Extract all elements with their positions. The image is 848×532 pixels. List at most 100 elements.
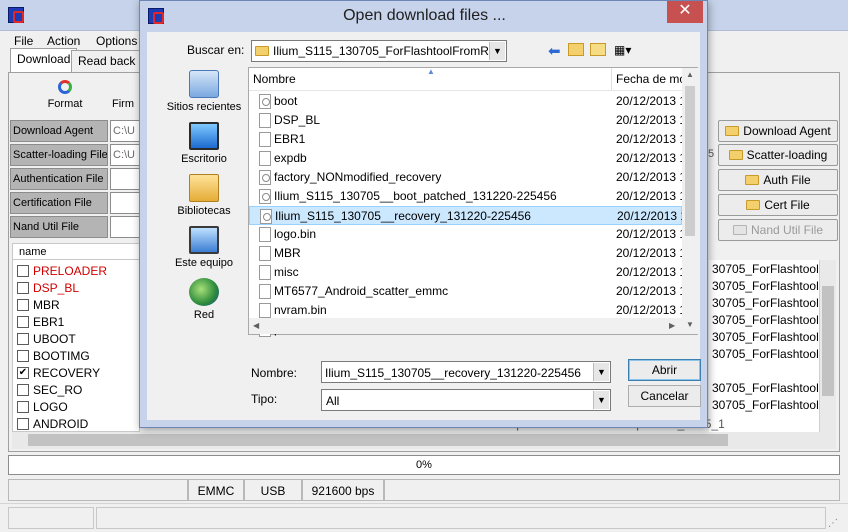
back-arrow-icon[interactable]: ⬅ — [548, 42, 561, 60]
file-icon — [259, 284, 271, 299]
resize-grip-icon[interactable]: ⋰ — [828, 518, 838, 529]
partition-checkbox[interactable] — [17, 383, 29, 396]
close-button[interactable]: ✕ — [667, 1, 703, 23]
partition-checkbox[interactable] — [17, 400, 29, 413]
download-agent-button-label: Download Agent — [743, 124, 831, 138]
partition-row[interactable]: ANDROID — [17, 415, 88, 432]
file-row[interactable]: DSP_BL 20/12/2013 1 — [249, 111, 682, 130]
filename-input[interactable]: Ilium_S115_130705__recovery_131220-22545… — [321, 361, 611, 383]
scroll-thumb[interactable] — [28, 434, 728, 446]
partition-row[interactable]: LOGO — [17, 398, 68, 415]
file-row[interactable]: factory_NONmodified_recovery 20/12/2013 1 — [249, 168, 682, 187]
scroll-left-icon[interactable]: ◀ — [253, 321, 259, 330]
file-row[interactable]: MT6577_Android_scatter_emmc 20/12/2013 1 — [249, 282, 682, 301]
chevron-down-icon[interactable]: ▼ — [489, 42, 505, 60]
file-row[interactable]: Ilium_S115_130705__boot_patched_131220-2… — [249, 187, 682, 206]
up-folder-icon[interactable] — [568, 43, 584, 56]
place-this-pc[interactable]: Este equipo — [161, 226, 247, 269]
file-row[interactable]: misc 20/12/2013 1 — [249, 263, 682, 282]
partition-name-header[interactable]: name — [12, 243, 140, 260]
scroll-up-icon[interactable]: ▲ — [686, 70, 694, 79]
new-folder-icon[interactable] — [590, 43, 606, 56]
partition-checkbox[interactable] — [17, 264, 29, 277]
partition-row[interactable]: MBR — [17, 296, 60, 313]
partition-path: 30705_ForFlashtoolFro — [712, 262, 819, 276]
place-network[interactable]: Red — [161, 278, 247, 321]
file-row[interactable]: expdb 20/12/2013 1 — [249, 149, 682, 168]
file-row[interactable]: boot 20/12/2013 1 — [249, 92, 682, 111]
file-date: 20/12/2013 1 — [616, 94, 682, 108]
place-libraries-label: Bibliotecas — [177, 205, 231, 217]
download-agent-field[interactable]: C:\U — [110, 120, 140, 142]
partition-checkbox[interactable] — [17, 332, 29, 345]
partition-row[interactable]: PRELOADER — [17, 262, 107, 279]
partition-row[interactable]: ✔ RECOVERY — [17, 364, 100, 381]
tab-download[interactable]: Download — [10, 48, 78, 72]
partition-row[interactable]: SEC_RO — [17, 381, 82, 398]
scroll-right-icon[interactable]: ▶ — [669, 321, 675, 330]
partition-row[interactable]: BOOTIMG — [17, 347, 90, 364]
file-name: logo.bin — [274, 227, 317, 241]
auth-file-label: Authentication File — [10, 168, 108, 190]
partition-hscrollbar[interactable] — [12, 432, 836, 449]
file-date: 20/12/2013 1 — [616, 132, 682, 146]
place-desktop[interactable]: Escritorio — [161, 122, 247, 165]
computer-icon — [189, 226, 219, 254]
folder-icon — [728, 150, 743, 160]
partition-path: 30705_ForFlashtoolFro — [712, 313, 819, 327]
menu-action[interactable]: Action — [47, 34, 80, 48]
filetype-select[interactable]: All ▼ — [321, 389, 611, 411]
auth-file-field[interactable] — [110, 168, 140, 190]
menu-file[interactable]: File — [14, 34, 33, 48]
open-button[interactable]: Abrir — [628, 359, 701, 381]
cert-file-label: Certification File — [10, 192, 108, 214]
scroll-down-icon[interactable]: ▼ — [686, 320, 694, 329]
view-menu-icon[interactable]: ▦▾ — [614, 43, 638, 57]
auth-file-button[interactable]: Auth File — [718, 169, 838, 191]
file-date: 20/12/2013 1 — [616, 170, 682, 184]
nand-util-button-label: Nand Util File — [750, 223, 824, 237]
download-agent-button[interactable]: Download Agent — [718, 120, 838, 142]
partition-checkbox[interactable] — [17, 298, 29, 311]
scatter-file-field[interactable]: C:\U — [110, 144, 140, 166]
partition-name: MBR — [33, 297, 60, 312]
partition-checkbox[interactable] — [17, 281, 29, 294]
lookin-dropdown[interactable]: Ilium_S115_130705_ForFlashtoolFromReadBa… — [251, 40, 507, 62]
scatter-loading-button[interactable]: Scatter-loading — [718, 144, 838, 166]
partition-row[interactable]: UBOOT — [17, 330, 76, 347]
file-row[interactable]: logo.bin 20/12/2013 1 — [249, 225, 682, 244]
file-row[interactable]: EBR1 20/12/2013 1 — [249, 130, 682, 149]
place-recent[interactable]: Sitios recientes — [161, 70, 247, 113]
file-list-hscrollbar[interactable]: ◀ ▶ — [249, 318, 682, 334]
file-row[interactable]: Ilium_S115_130705__recovery_131220-22545… — [249, 206, 683, 225]
nand-util-field[interactable] — [110, 216, 140, 238]
partition-row[interactable]: EBR1 — [17, 313, 64, 330]
chevron-down-icon[interactable]: ▼ — [593, 363, 609, 381]
menu-options[interactable]: Options — [96, 34, 137, 48]
firmware-button[interactable]: Firm — [112, 80, 140, 110]
cert-file-button[interactable]: Cert File — [718, 194, 838, 216]
file-list-vscrollbar[interactable]: ▲ ▼ — [682, 68, 698, 334]
partition-name: RECOVERY — [33, 365, 101, 380]
place-libraries[interactable]: Bibliotecas — [161, 174, 247, 217]
tab-read-back[interactable]: Read back — [71, 50, 143, 72]
column-header-date[interactable]: Fecha de mo — [612, 68, 682, 90]
chevron-down-icon[interactable]: ▼ — [593, 391, 609, 409]
file-name: DSP_BL — [274, 113, 321, 127]
partition-row[interactable]: DSP_BL — [17, 279, 79, 296]
partition-vscrollbar[interactable] — [819, 260, 836, 432]
partition-checkbox[interactable]: ✔ — [17, 366, 29, 379]
cert-file-field[interactable] — [110, 192, 140, 214]
file-row[interactable]: MBR 20/12/2013 1 — [249, 244, 682, 263]
partition-checkbox[interactable] — [17, 417, 29, 430]
scroll-thumb[interactable] — [685, 86, 695, 236]
place-network-label: Red — [193, 309, 215, 321]
cancel-button[interactable]: Cancelar — [628, 385, 701, 407]
partition-checkbox[interactable] — [17, 315, 29, 328]
system-file-icon — [259, 94, 271, 109]
nand-util-button[interactable]: Nand Util File — [718, 219, 838, 241]
scroll-thumb[interactable] — [822, 286, 834, 396]
format-button[interactable]: Format — [40, 80, 90, 110]
scatter-loading-button-label: Scatter-loading — [746, 148, 828, 162]
partition-checkbox[interactable] — [17, 349, 29, 362]
